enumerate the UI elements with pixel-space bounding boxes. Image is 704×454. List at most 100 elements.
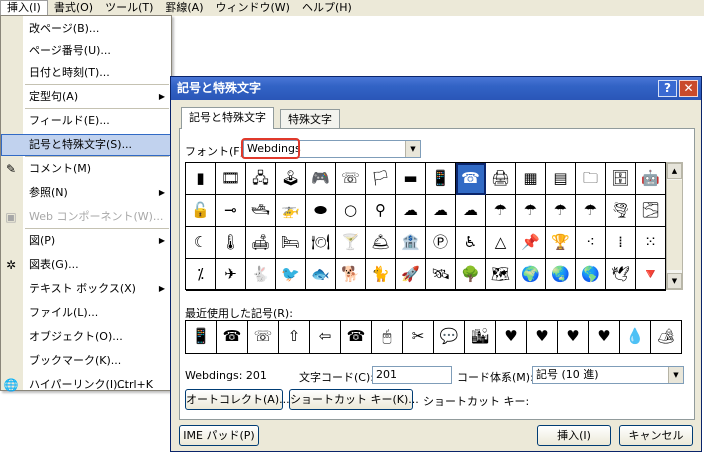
shortcut-key-button[interactable]: ショートカット キー(K)...: [289, 389, 419, 410]
cancel-button[interactable]: キャンセル: [619, 425, 693, 446]
symbol-cell[interactable]: 🐕: [336, 259, 366, 291]
symbol-cell[interactable]: ☁: [396, 195, 426, 227]
symbol-cell[interactable]: 🏆: [546, 227, 576, 259]
symbol-cell[interactable]: 🖨: [486, 163, 516, 195]
menu-item-field[interactable]: フィールド(E)...: [1, 110, 171, 132]
symbol-cell[interactable]: Ⓟ: [426, 227, 456, 259]
symbol-cell[interactable]: ☾: [186, 227, 216, 259]
symbol-cell[interactable]: ☂: [546, 195, 576, 227]
dialog-titlebar[interactable]: 記号と特殊文字 ? ✕: [171, 77, 701, 100]
symbol-cell[interactable]: 🐟: [306, 259, 336, 291]
menu-table[interactable]: 罫線(A): [159, 0, 209, 16]
symbol-cell[interactable]: ▮: [186, 163, 216, 195]
symbol-cell[interactable]: ✈: [216, 259, 246, 291]
scrollbar-thumb[interactable]: [667, 180, 682, 270]
recent-symbol-cell[interactable]: ⇧: [279, 321, 310, 353]
menu-item-page-break[interactable]: 改ページ(B)...: [1, 18, 171, 40]
menu-window[interactable]: ウィンドウ(W): [210, 0, 296, 16]
chevron-down-icon[interactable]: ▼: [405, 141, 420, 157]
ime-pad-button[interactable]: IME パッド(P): [179, 425, 259, 446]
scroll-up-icon[interactable]: ▲: [667, 163, 682, 179]
code-system-select[interactable]: 記号 (10 進) ▼: [532, 366, 684, 384]
symbol-cell[interactable]: 🌡: [216, 227, 246, 259]
symbol-cell[interactable]: 🎞: [216, 163, 246, 195]
symbol-cell[interactable]: 🛏: [276, 227, 306, 259]
symbol-cell[interactable]: ▬: [396, 163, 426, 195]
insert-button[interactable]: 挿入(I): [537, 425, 611, 446]
recent-symbol-cell[interactable]: ☏: [248, 321, 279, 353]
menu-item-diagram[interactable]: ✲ 図表(G)...: [1, 254, 171, 276]
symbol-cell[interactable]: 🗄: [606, 163, 636, 195]
symbol-cell[interactable]: ⊸: [216, 195, 246, 227]
symbol-cell[interactable]: ▦: [516, 163, 546, 195]
symbol-cell[interactable]: 🌎: [576, 259, 606, 291]
symbol-cell[interactable]: ⁒: [186, 259, 216, 291]
menu-item-file[interactable]: ファイル(L)...: [1, 302, 171, 324]
symbol-cell[interactable]: ▤: [546, 163, 576, 195]
recent-symbol-cell[interactable]: ✂: [403, 321, 434, 353]
menu-item-object[interactable]: オブジェクト(O)...: [1, 326, 171, 348]
symbol-cell[interactable]: 🐈: [366, 259, 396, 291]
menu-item-date-time[interactable]: 日付と時刻(T)...: [1, 62, 171, 84]
recent-symbol-cell[interactable]: 🏙: [465, 321, 496, 353]
symbol-cell[interactable]: 🌪: [606, 195, 636, 227]
symbol-cell[interactable]: 🚀: [396, 259, 426, 291]
symbol-cell[interactable]: △: [486, 227, 516, 259]
symbol-cell[interactable]: 🛥: [246, 195, 276, 227]
symbol-cell[interactable]: 🏳: [366, 163, 396, 195]
symbol-cell[interactable]: 🐦: [276, 259, 306, 291]
symbol-cell[interactable]: ♿: [456, 227, 486, 259]
menu-item-bookmark[interactable]: ブックマーク(K)...: [1, 350, 171, 372]
menu-format[interactable]: 書式(O): [48, 0, 99, 16]
symbol-cell[interactable]: 🚁: [276, 195, 306, 227]
menu-insert[interactable]: 挿入(I): [0, 0, 48, 16]
symbol-cell[interactable]: ☂: [486, 195, 516, 227]
symbol-cell[interactable]: 🌳: [456, 259, 486, 291]
help-button[interactable]: ?: [658, 80, 677, 97]
recent-symbol-cell[interactable]: 💧: [620, 321, 651, 353]
tab-special-characters[interactable]: 特殊文字: [280, 109, 340, 129]
menu-item-page-number[interactable]: ページ番号(U)...: [1, 40, 171, 62]
symbol-cell[interactable]: 🌏: [546, 259, 576, 291]
char-code-input[interactable]: 201: [372, 366, 452, 384]
symbol-cell[interactable]: 🔻: [636, 259, 666, 291]
symbol-cell[interactable]: 📱: [426, 163, 456, 195]
recent-symbol-cell[interactable]: 💬: [434, 321, 465, 353]
menu-item-reference[interactable]: 参照(N) ▶: [1, 182, 171, 204]
close-button[interactable]: ✕: [679, 80, 698, 97]
symbol-cell[interactable]: ⚲: [366, 195, 396, 227]
menu-item-comment[interactable]: ✎ コメント(M): [1, 158, 171, 180]
symbol-cell[interactable]: 🗀: [576, 163, 606, 195]
symbol-cell[interactable]: 🛎: [366, 227, 396, 259]
menu-help[interactable]: ヘルプ(H): [296, 0, 358, 16]
symbol-cell[interactable]: 🤖: [636, 163, 666, 195]
symbol-cell[interactable]: ☁: [456, 195, 486, 227]
recent-symbol-cell[interactable]: ♥: [558, 321, 589, 353]
symbol-cell[interactable]: ☎: [456, 163, 486, 195]
scroll-down-icon[interactable]: ▼: [667, 273, 682, 289]
symbol-cell[interactable]: 📌: [516, 227, 546, 259]
tab-symbols[interactable]: 記号と特殊文字: [181, 107, 274, 129]
symbol-cell[interactable]: ⁙: [636, 227, 666, 259]
symbol-cell[interactable]: 🐇: [246, 259, 276, 291]
menu-item-web-component[interactable]: ▣ Web コンポーネント(W)...: [1, 206, 171, 228]
symbol-cell[interactable]: ☂: [576, 195, 606, 227]
symbol-cell[interactable]: ☂: [516, 195, 546, 227]
menu-item-picture[interactable]: 図(P) ▶: [1, 230, 171, 252]
font-select[interactable]: Webdings ▼: [243, 140, 421, 158]
symbol-cell[interactable]: 🕊: [606, 259, 636, 291]
symbol-cell[interactable]: 🛋: [246, 227, 276, 259]
symbol-cell[interactable]: 🍸: [336, 227, 366, 259]
recent-symbol-cell[interactable]: 🖱: [372, 321, 403, 353]
menu-tools[interactable]: ツール(T): [99, 0, 159, 16]
symbol-cell[interactable]: 🔓: [186, 195, 216, 227]
symbol-cell[interactable]: ⬬: [306, 195, 336, 227]
symbol-cell[interactable]: ☏: [336, 163, 366, 195]
recent-symbol-cell[interactable]: ♥: [527, 321, 558, 353]
recent-symbol-cell[interactable]: ♥: [496, 321, 527, 353]
symbol-cell[interactable]: ⁞: [606, 227, 636, 259]
symbol-cell[interactable]: 🕹: [276, 163, 306, 195]
symbol-cell[interactable]: 🎮: [306, 163, 336, 195]
symbol-cell[interactable]: 🍽: [306, 227, 336, 259]
symbol-cell[interactable]: ⁖: [576, 227, 606, 259]
